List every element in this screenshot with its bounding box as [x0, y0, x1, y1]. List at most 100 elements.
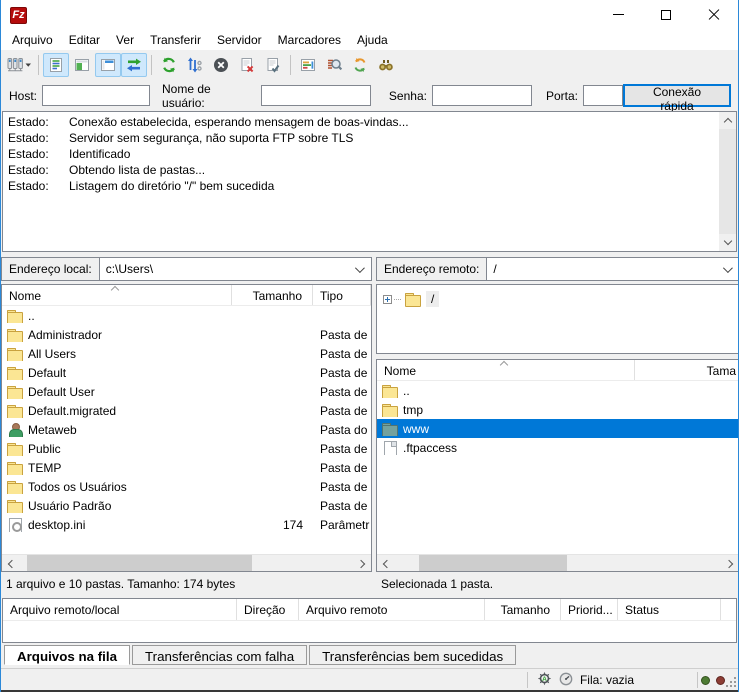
menu-ajuda[interactable]: Ajuda — [349, 31, 396, 49]
file-row[interactable]: Todos os Usuários Pasta de — [2, 477, 371, 496]
minimize-button[interactable] — [594, 0, 642, 29]
folder-icon — [7, 480, 23, 494]
chevron-right-icon — [725, 559, 733, 567]
queue-column-arquivo-remoto-local[interactable]: Arquivo remoto/local — [3, 599, 237, 620]
scroll-right-button[interactable] — [722, 555, 739, 572]
password-label: Senha: — [389, 89, 427, 103]
refresh-button[interactable] — [156, 53, 182, 77]
file-name: TEMP — [28, 461, 61, 475]
speed-limits-icon[interactable] — [559, 672, 573, 689]
file-row[interactable]: desktop.ini 174 Parâmetr — [2, 515, 371, 534]
port-input[interactable] — [583, 85, 623, 106]
scroll-right-button[interactable] — [354, 555, 371, 572]
remote-status-text: Selecionada 1 pasta. — [381, 577, 493, 591]
file-row[interactable]: All Users Pasta de — [2, 344, 371, 363]
toggle-queue-button[interactable] — [121, 53, 147, 77]
scroll-left-button[interactable] — [2, 555, 19, 572]
file-name: Default — [28, 366, 66, 380]
scroll-left-button[interactable] — [377, 555, 394, 572]
file-row[interactable]: Usuário Padrão Pasta de — [2, 496, 371, 515]
file-row[interactable]: tmp — [377, 400, 739, 419]
queue-status-text: Fila: vazia — [580, 673, 634, 687]
column-header-tamanho[interactable]: Tamanho — [232, 285, 313, 305]
site-manager-button[interactable] — [4, 53, 34, 77]
remote-address-combo[interactable]: / — [486, 257, 739, 281]
process-queue-button[interactable] — [182, 53, 208, 77]
queue-column-status[interactable]: Status — [618, 599, 721, 620]
tab-queued-files[interactable]: Arquivos na fila — [4, 645, 130, 665]
find-files-button[interactable] — [373, 53, 399, 77]
filter-button[interactable] — [295, 53, 321, 77]
log-line: Estado: Conexão estabelecida, esperando … — [3, 114, 736, 130]
log-message: Conexão estabelecida, esperando mensagem… — [69, 114, 409, 130]
folder-icon — [7, 366, 23, 380]
file-type: Pasta de — [313, 347, 371, 361]
local-address-combo[interactable]: c:\Users\ — [99, 257, 372, 281]
file-type: Pasta de — [313, 404, 371, 418]
chevron-down-icon — [723, 237, 731, 245]
quickconnect-button[interactable]: Conexão rápida — [623, 84, 731, 107]
maximize-icon — [661, 10, 671, 20]
remote-horizontal-scrollbar[interactable] — [377, 554, 739, 571]
column-header-tamanho[interactable]: Tama — [635, 360, 739, 380]
username-input[interactable] — [261, 85, 371, 106]
resize-grip[interactable] — [734, 685, 736, 687]
host-input[interactable] — [42, 85, 150, 106]
queue-column-tamanho[interactable]: Tamanho — [485, 599, 561, 620]
queue-column-direcao[interactable]: Direção — [237, 599, 299, 620]
file-row[interactable]: .. — [377, 381, 739, 400]
transfer-mode-gear-icon[interactable]: A — [537, 671, 552, 689]
menu-arquivo[interactable]: Arquivo — [4, 31, 61, 49]
queue-column-arquivo-remoto[interactable]: Arquivo remoto — [299, 599, 485, 620]
chevron-up-icon — [723, 118, 731, 126]
tab-successful-transfers[interactable]: Transferências bem sucedidas — [309, 645, 516, 665]
synchronized-browsing-button[interactable] — [347, 53, 373, 77]
column-header-tipo[interactable]: Tipo — [313, 285, 371, 305]
file-name: www — [403, 422, 429, 436]
tab-failed-transfers[interactable]: Transferências com falha — [132, 645, 307, 665]
password-input[interactable] — [432, 85, 532, 106]
file-row[interactable]: Default Pasta de — [2, 363, 371, 382]
compare-directories-button[interactable] — [321, 53, 347, 77]
menu-editar[interactable]: Editar — [61, 31, 108, 49]
toggle-remote-tree-button[interactable] — [95, 53, 121, 77]
folder-icon — [7, 309, 23, 323]
queue-status-cluster: A Fila: vazia — [537, 669, 634, 691]
scrollbar-thumb[interactable] — [27, 555, 252, 571]
file-row[interactable]: Public Pasta de — [2, 439, 371, 458]
file-row[interactable]: Metaweb Pasta do — [2, 420, 371, 439]
toggle-log-button[interactable] — [43, 53, 69, 77]
file-row[interactable]: www — [377, 419, 739, 438]
log-vertical-scrollbar[interactable] — [719, 112, 736, 251]
chevron-down-icon[interactable] — [355, 263, 365, 273]
local-horizontal-scrollbar[interactable] — [2, 554, 371, 571]
file-row[interactable]: Default.migrated Pasta de — [2, 401, 371, 420]
tree-item-root[interactable]: / — [377, 285, 739, 307]
menu-marcadores[interactable]: Marcadores — [270, 31, 349, 49]
menu-ver[interactable]: Ver — [108, 31, 142, 49]
message-log: Estado: Conexão estabelecida, esperando … — [2, 111, 737, 252]
file-name: Public — [28, 442, 61, 456]
file-row[interactable]: .ftpaccess — [377, 438, 739, 457]
title-bar: Fz — [1, 0, 738, 30]
toggle-local-tree-button[interactable] — [69, 53, 95, 77]
maximize-button[interactable] — [642, 0, 690, 29]
file-row[interactable]: TEMP Pasta de — [2, 458, 371, 477]
scrollbar-thumb[interactable] — [719, 129, 736, 234]
file-row[interactable]: Default User Pasta de — [2, 382, 371, 401]
close-button[interactable] — [690, 0, 738, 29]
menu-transferir[interactable]: Transferir — [142, 31, 209, 49]
file-row[interactable]: .. — [2, 306, 371, 325]
reconnect-button[interactable] — [260, 53, 286, 77]
cancel-button[interactable] — [208, 53, 234, 77]
disconnect-button[interactable] — [234, 53, 260, 77]
chevron-down-icon[interactable] — [723, 263, 733, 273]
tree-expander-icon[interactable] — [383, 295, 392, 304]
scroll-down-button[interactable] — [719, 234, 736, 251]
scrollbar-thumb[interactable] — [419, 555, 567, 571]
file-name: Todos os Usuários — [28, 480, 127, 494]
file-row[interactable]: Administrador Pasta de — [2, 325, 371, 344]
scroll-up-button[interactable] — [719, 112, 736, 129]
queue-column-prioridade[interactable]: Priorid... — [561, 599, 618, 620]
menu-servidor[interactable]: Servidor — [209, 31, 270, 49]
